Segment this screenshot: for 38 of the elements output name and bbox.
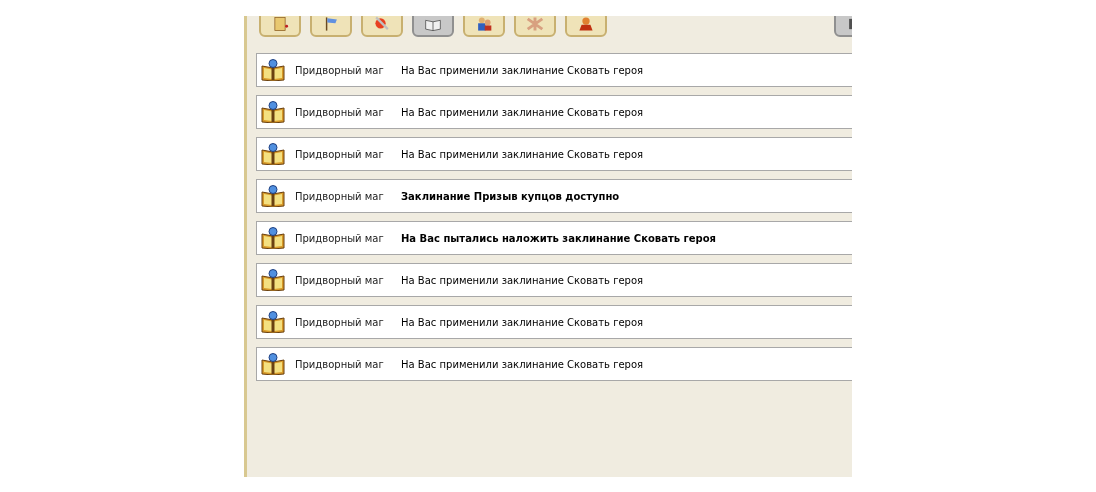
message-text: На Вас применили заклинание Сковать героя [401,315,644,330]
book-icon [261,101,285,123]
message-row[interactable]: Придворный маг На Вас применили заклинание Сковать героя [256,53,852,87]
message-sender: Придворный маг [295,105,385,120]
message-row[interactable]: Придворный маг На Вас применили заклинание Сковать героя [256,137,852,171]
message-sender: Придворный маг [295,231,385,246]
book-icon [261,143,285,165]
sword-icon[interactable] [361,16,403,37]
message-text: На Вас применили заклинание Сковать героя [401,273,644,288]
warrior-icon[interactable] [565,16,607,37]
flag-icon[interactable] [310,16,352,37]
message-row[interactable]: Придворный маг Заклинание Призыв купцов доступно [256,179,852,213]
message-sender: Придворный маг [295,147,385,162]
message-sender: Придворный маг [295,63,385,78]
message-text: На Вас применили заклинание Сковать героя [401,357,644,372]
message-row[interactable]: Придворный маг На Вас применили заклинание Сковать героя [256,305,852,339]
book-icon [261,185,285,207]
message-row[interactable]: Придворный маг На Вас пытались наложить заклинание Сковать героя [256,221,852,255]
message-text: На Вас применили заклинание Сковать героя [401,147,644,162]
people-icon[interactable] [463,16,505,37]
book-icon[interactable] [412,16,454,37]
message-sender: Придворный маг [295,315,385,330]
book-icon [261,269,285,291]
message-text: На Вас пытались наложить заклинание Сковать героя [401,231,716,246]
book-icon [261,311,285,333]
message-sender: Придворный маг [295,189,385,204]
message-row[interactable]: Придворный маг На Вас применили заклинание Сковать героя [256,263,852,297]
message-sender: Придворный маг [295,273,385,288]
message-row[interactable]: Придворный маг На Вас применили заклинание Сковать героя [256,95,852,129]
message-row[interactable]: Придворный маг На Вас применили заклинание Сковать героя [256,347,852,381]
scroll-icon[interactable] [259,16,301,37]
message-text: Заклинание Призыв купцов доступно [401,189,620,204]
book-icon [261,227,285,249]
message-text: На Вас применили заклинание Сковать героя [401,105,644,120]
book-icon [261,59,285,81]
message-text: На Вас применили заклинание Сковать героя [401,63,644,78]
book-icon [261,353,285,375]
message-sender: Придворный маг [295,357,385,372]
